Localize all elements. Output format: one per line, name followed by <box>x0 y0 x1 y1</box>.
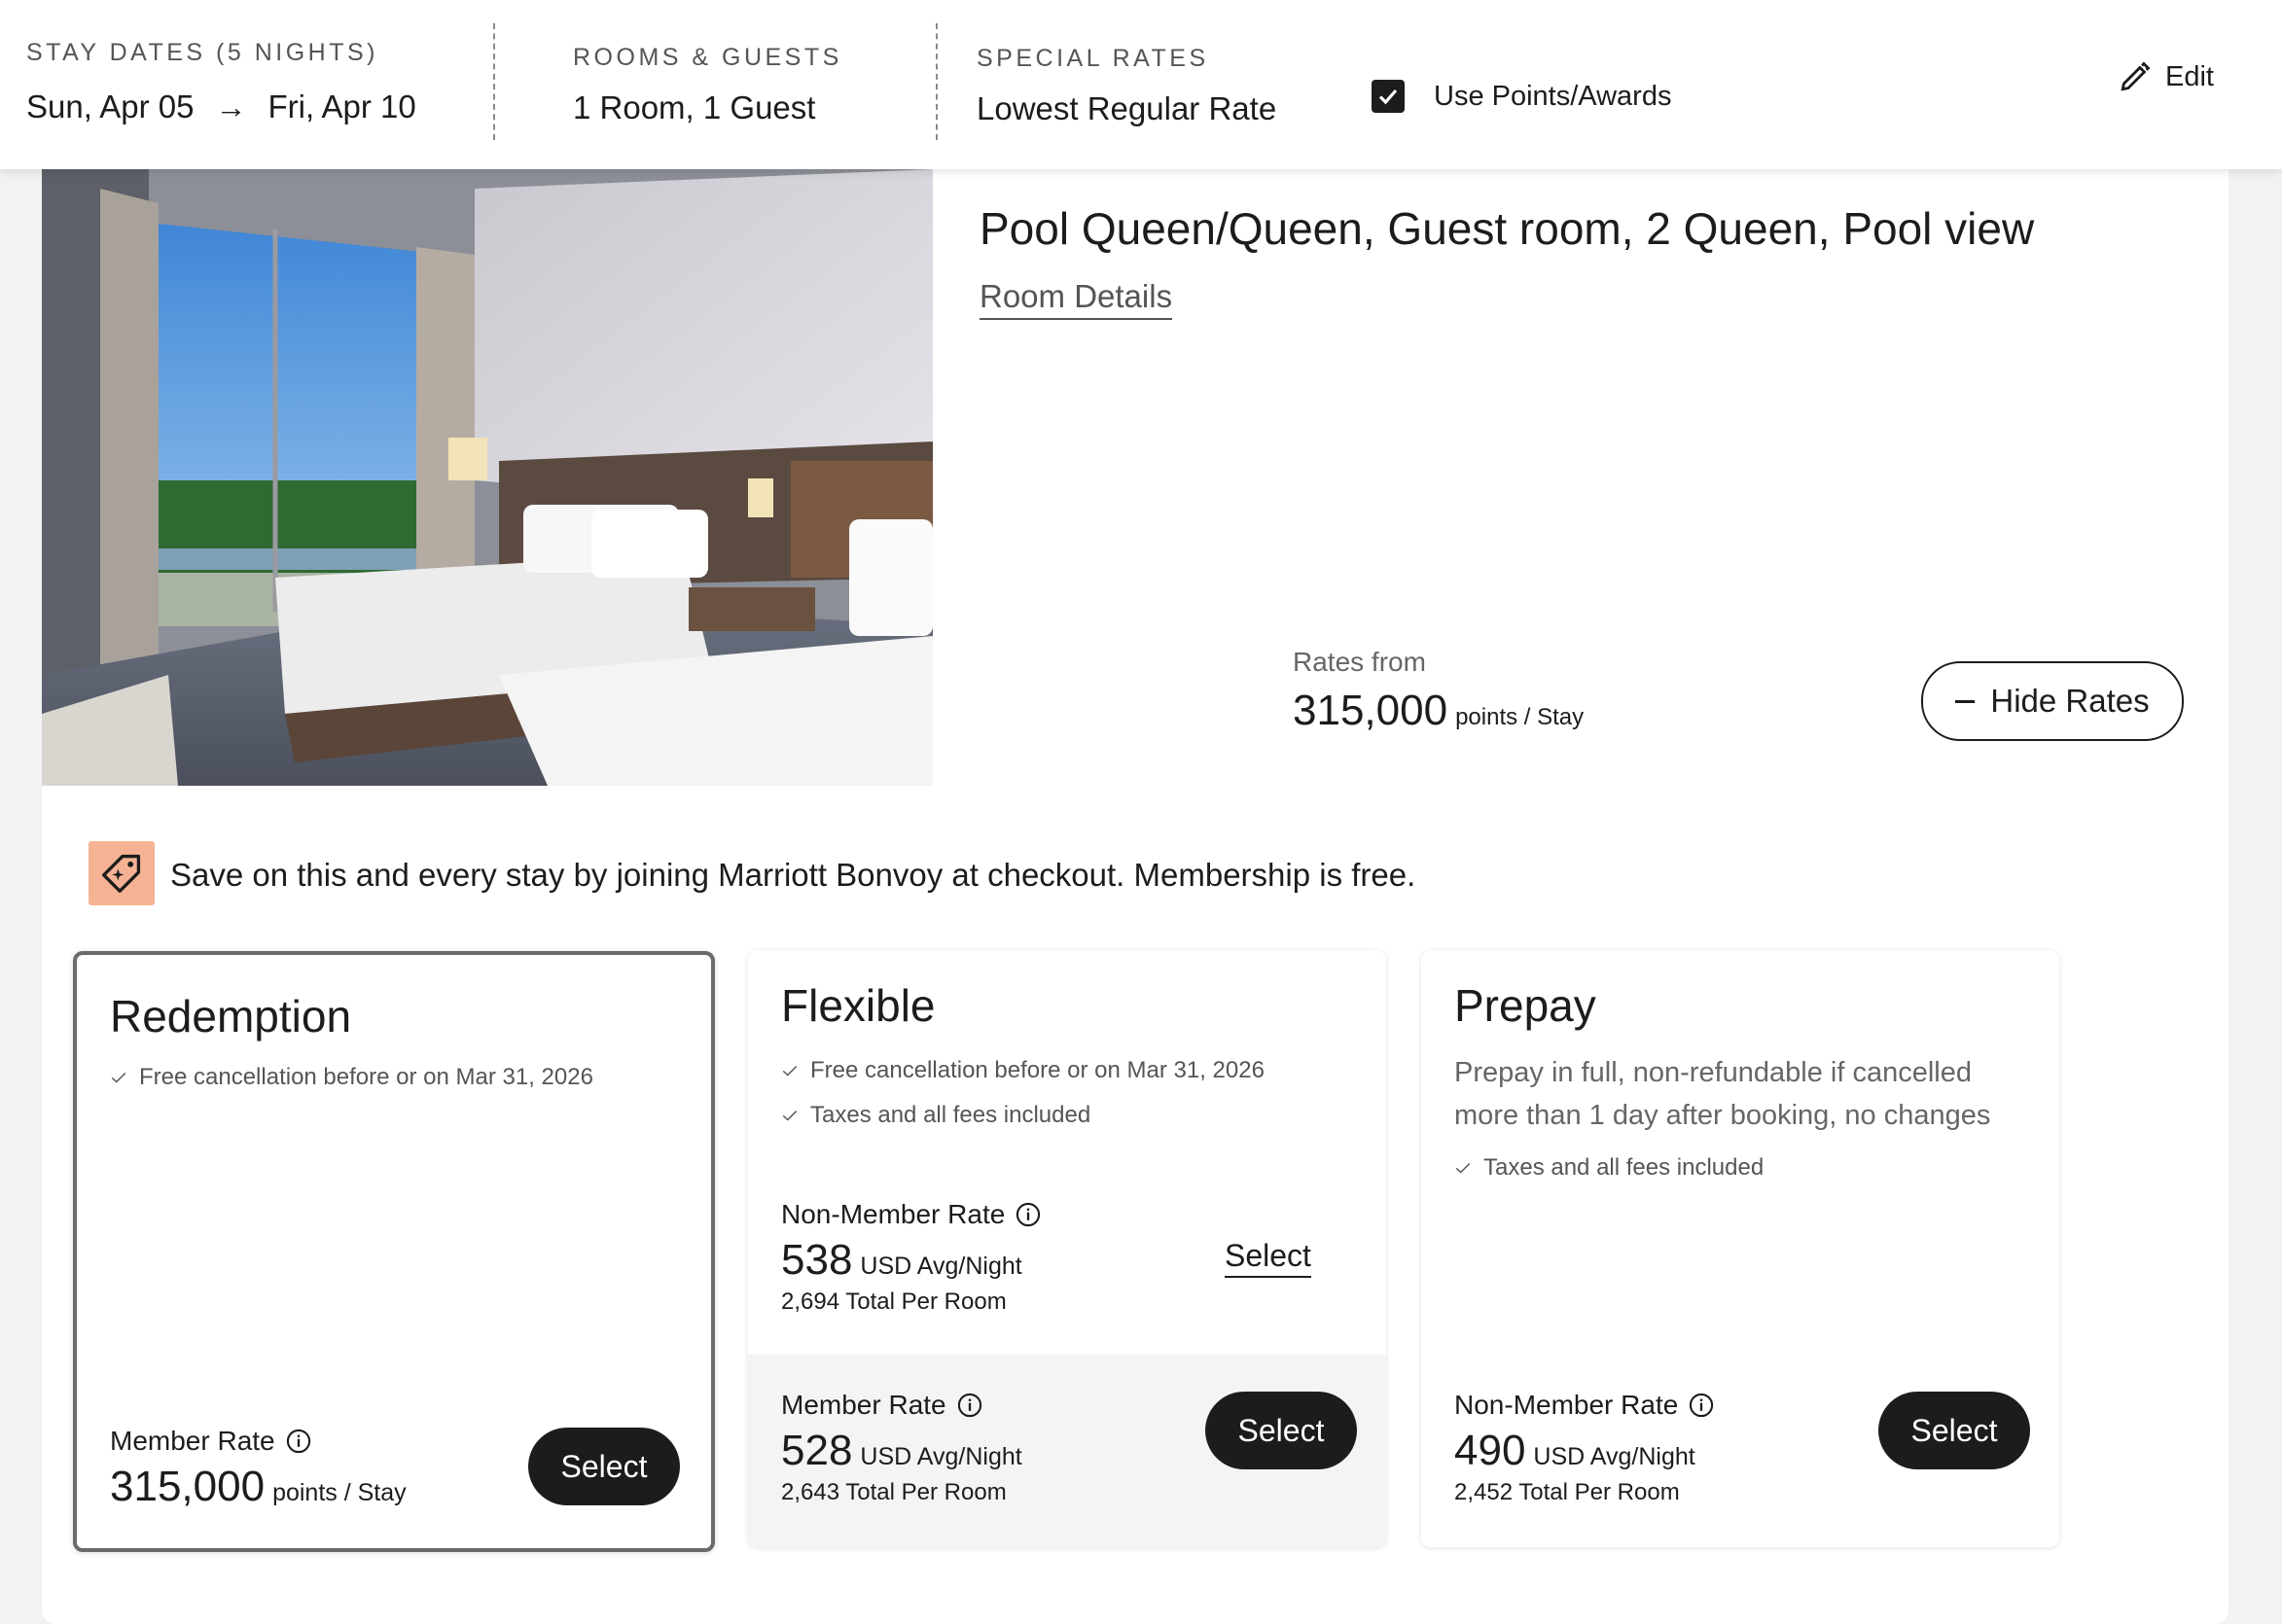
membership-promo-text: Save on this and every stay by joining M… <box>170 857 1416 893</box>
info-icon[interactable] <box>956 1392 983 1419</box>
feature-text: Free cancellation before or on Mar 31, 2… <box>810 1057 1265 1083</box>
use-points-checkbox[interactable] <box>1372 80 1405 113</box>
non-member-rate-block: Non-Member Rate 490 USD Avg/Night 2,452 … <box>1454 1390 1715 1506</box>
info-icon[interactable] <box>285 1428 312 1455</box>
checkout-date: Fri, Apr 10 <box>267 88 416 124</box>
checkin-date: Sun, Apr 05 <box>26 88 195 124</box>
feature-text: Taxes and all fees included <box>810 1102 1091 1128</box>
special-rates-label: SPECIAL RATES <box>977 45 1209 72</box>
member-rate-block: Member Rate 315,000 points / Stay <box>110 1426 407 1511</box>
special-rates-value: Lowest Regular Rate <box>977 90 1277 126</box>
room-card: Pool Queen/Queen, Guest room, 2 Queen, P… <box>42 146 2229 1624</box>
select-button[interactable]: Select <box>1205 1392 1357 1469</box>
checkmark-icon <box>1378 88 1398 105</box>
rate-price: 538 <box>781 1236 853 1284</box>
rate-label: Non-Member Rate <box>1454 1390 1679 1420</box>
rate-total: 2,643 Total Per Room <box>781 1479 1007 1505</box>
divider <box>936 23 938 140</box>
feature-item: Free cancellation before or on Mar 31, 2… <box>781 1057 1265 1084</box>
rate-price: 490 <box>1454 1427 1526 1474</box>
rates-from-unit: points / Stay <box>1455 704 1585 730</box>
special-rates-section[interactable]: SPECIAL RATES Lowest Regular Rate <box>977 45 1276 127</box>
pencil-icon <box>2121 61 2151 91</box>
rate-unit: USD Avg/Night <box>860 1443 1022 1470</box>
rate-label: Non-Member Rate <box>781 1199 1006 1229</box>
check-icon <box>111 1072 126 1083</box>
room-photo[interactable] <box>42 169 933 786</box>
arrow-right-icon: → <box>215 88 247 124</box>
rate-unit: USD Avg/Night <box>1533 1443 1695 1470</box>
select-link[interactable]: Select <box>1225 1238 1311 1278</box>
rooms-guests-label: ROOMS & GUESTS <box>573 44 842 71</box>
hide-rates-button[interactable]: Hide Rates <box>1921 661 2184 741</box>
rate-unit: points / Stay <box>272 1479 407 1506</box>
rate-label: Member Rate <box>110 1426 275 1456</box>
stay-dates-label: STAY DATES (5 NIGHTS) <box>26 39 378 66</box>
minus-icon <box>1955 699 1976 703</box>
feature-item: Taxes and all fees included <box>781 1102 1090 1129</box>
rate-tile-flexible: Flexible Free cancellation before or on … <box>748 950 1386 1547</box>
feature-item: Taxes and all fees included <box>1454 1154 1764 1182</box>
rate-price: 315,000 <box>110 1463 266 1510</box>
room-image <box>42 169 933 786</box>
check-icon <box>782 1110 798 1121</box>
rate-tile-prepay: Prepay Prepay in full, non-refundable if… <box>1421 950 2059 1547</box>
edit-label: Edit <box>2165 60 2214 92</box>
feature-text: Free cancellation before or on Mar 31, 2… <box>139 1064 593 1090</box>
tile-title: Redemption <box>110 991 352 1041</box>
rates-from-label: Rates from <box>1293 647 1426 677</box>
rates-from-price: 315,000 points / Stay <box>1293 687 1584 735</box>
use-points-label: Use Points/Awards <box>1434 80 1672 112</box>
info-icon[interactable] <box>1688 1392 1715 1419</box>
search-summary-bar: STAY DATES (5 NIGHTS) Sun, Apr 05 → Fri,… <box>0 0 2282 169</box>
divider <box>493 23 495 140</box>
rooms-guests-value: 1 Room, 1 Guest <box>573 89 816 125</box>
rate-unit: USD Avg/Night <box>860 1253 1022 1280</box>
info-icon[interactable] <box>1015 1201 1042 1228</box>
stay-dates-value: Sun, Apr 05 → Fri, Apr 10 <box>26 88 416 125</box>
feature-text: Taxes and all fees included <box>1483 1154 1765 1181</box>
use-points-toggle[interactable]: Use Points/Awards <box>1372 80 1671 113</box>
rate-label: Member Rate <box>781 1390 946 1420</box>
feature-item: Free cancellation before or on Mar 31, 2… <box>110 1064 593 1091</box>
check-icon <box>782 1065 798 1077</box>
member-rate-band: Member Rate 528 USD Avg/Night 2,643 Tota… <box>748 1355 1386 1547</box>
rate-total: 2,452 Total Per Room <box>1454 1479 1680 1505</box>
rooms-guests-section[interactable]: ROOMS & GUESTS 1 Room, 1 Guest <box>573 44 842 126</box>
select-button[interactable]: Select <box>528 1428 680 1505</box>
price-tag-icon <box>89 841 155 905</box>
rate-tile-redemption[interactable]: Redemption Free cancellation before or o… <box>73 951 715 1552</box>
room-details-link[interactable]: Room Details <box>980 278 1173 320</box>
non-member-rate-block: Non-Member Rate 538 USD Avg/Night 2,694 … <box>781 1199 1042 1316</box>
select-button[interactable]: Select <box>1878 1392 2030 1469</box>
edit-button[interactable]: Edit <box>2119 60 2214 93</box>
rate-price: 528 <box>781 1427 853 1474</box>
room-title: Pool Queen/Queen, Guest room, 2 Queen, P… <box>980 203 2035 254</box>
tile-title: Prepay <box>1454 980 1596 1031</box>
rates-from-amount: 315,000 <box>1293 687 1448 734</box>
tile-title: Flexible <box>781 980 936 1031</box>
hide-rates-label: Hide Rates <box>1990 683 2150 719</box>
prepay-description: Prepay in full, non-refundable if cancel… <box>1454 1057 1991 1131</box>
check-icon <box>1455 1162 1471 1174</box>
rate-total: 2,694 Total Per Room <box>781 1289 1007 1315</box>
stay-dates-section[interactable]: STAY DATES (5 NIGHTS) Sun, Apr 05 → Fri,… <box>26 39 416 125</box>
member-rate-block: Member Rate 528 USD Avg/Night 2,643 Tota… <box>781 1390 1022 1506</box>
